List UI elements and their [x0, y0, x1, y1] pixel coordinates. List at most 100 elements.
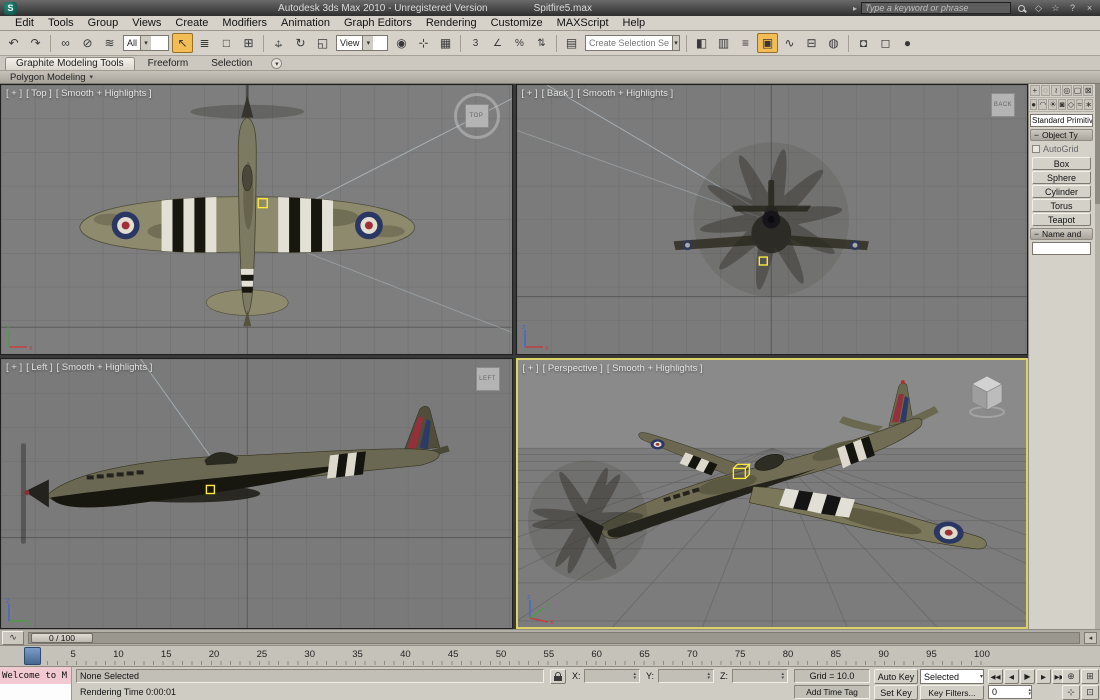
- auto-key-button[interactable]: Auto Key: [874, 669, 918, 684]
- maximize-viewport-toggle-icon[interactable]: ⊡: [1081, 685, 1099, 700]
- viewcube[interactable]: LEFT: [476, 367, 500, 391]
- menu-animation[interactable]: Animation: [274, 16, 337, 30]
- display-tab-icon[interactable]: ▢: [1073, 85, 1083, 96]
- select-and-move-icon[interactable]: ↔↕: [268, 33, 289, 53]
- material-editor-icon[interactable]: ◍: [823, 33, 844, 53]
- hierarchy-tab-icon[interactable]: ≀: [1051, 85, 1061, 96]
- infocenter-caret-icon[interactable]: ▸: [853, 4, 857, 13]
- tab-graphite-modeling-tools[interactable]: Graphite Modeling Tools: [5, 57, 135, 70]
- ribbon-minimize-button[interactable]: ▾: [271, 58, 282, 69]
- close-icon[interactable]: ×: [1083, 2, 1096, 14]
- keyboard-shortcut-override-icon[interactable]: ▦: [435, 33, 456, 53]
- help-icon[interactable]: ?: [1066, 2, 1079, 14]
- angle-snap-toggle-icon[interactable]: ∠: [487, 33, 508, 53]
- open-mini-curve-editor-button[interactable]: ∿: [2, 631, 24, 645]
- menu-help[interactable]: Help: [616, 16, 653, 30]
- cameras-category-icon[interactable]: ◙: [1058, 99, 1065, 110]
- render-production-icon[interactable]: ●: [897, 33, 918, 53]
- key-filters-button[interactable]: Key Filters...: [920, 685, 984, 700]
- next-frame-button[interactable]: ▶: [1036, 669, 1051, 684]
- play-animation-button[interactable]: ▶: [1020, 669, 1035, 684]
- create-torus-button[interactable]: Torus: [1032, 199, 1091, 212]
- menu-views[interactable]: Views: [125, 16, 168, 30]
- create-box-button[interactable]: Box: [1032, 157, 1091, 170]
- communication-center-icon[interactable]: ◇: [1032, 2, 1045, 14]
- viewport-perspective[interactable]: [ + ] [ Perspective ] [ Smooth + Highlig…: [516, 358, 1029, 629]
- previous-frame-button[interactable]: ◀: [1004, 669, 1019, 684]
- object-name-field[interactable]: [1032, 242, 1091, 255]
- viewport-menu-button[interactable]: [ + ]: [522, 88, 538, 99]
- reference-coordinate-system-dropdown[interactable]: View▾: [336, 35, 388, 51]
- go-to-start-button[interactable]: ◀◀: [988, 669, 1003, 684]
- viewport-canvas-top[interactable]: [1, 85, 512, 354]
- motion-tab-icon[interactable]: ◎: [1062, 85, 1072, 96]
- viewport-menu-button[interactable]: [ + ]: [6, 88, 22, 99]
- create-tab-icon[interactable]: +: [1030, 85, 1040, 96]
- select-and-link-icon[interactable]: ∞: [55, 33, 76, 53]
- viewport-shading-label[interactable]: [ Smooth + Highlights ]: [607, 363, 703, 374]
- viewcube[interactable]: [960, 368, 1014, 422]
- select-object-icon[interactable]: ↖: [172, 33, 193, 53]
- layer-manager-icon[interactable]: ≡: [735, 33, 756, 53]
- viewport-menu-button[interactable]: [ + ]: [523, 363, 539, 374]
- infocenter-search-input[interactable]: [861, 2, 1011, 14]
- viewport-pov-label[interactable]: [ Back ]: [542, 88, 574, 99]
- undo-icon[interactable]: ↶: [3, 33, 24, 53]
- menu-customize[interactable]: Customize: [484, 16, 550, 30]
- menu-modifiers[interactable]: Modifiers: [215, 16, 274, 30]
- select-and-rotate-icon[interactable]: ↻: [290, 33, 311, 53]
- primitive-category-dropdown[interactable]: Standard Primitives▾: [1030, 114, 1093, 127]
- viewport-menu-button[interactable]: [ + ]: [6, 362, 22, 373]
- viewport-canvas-perspective[interactable]: [518, 360, 1027, 627]
- panel-expand-icon[interactable]: ▾: [90, 73, 94, 81]
- pan-view-icon[interactable]: ⊹: [1062, 685, 1080, 700]
- add-time-tag[interactable]: Add Time Tag: [794, 685, 870, 699]
- name-color-rollout-header[interactable]: − Name and: [1030, 228, 1093, 240]
- autogrid-checkbox[interactable]: AutoGrid: [1029, 142, 1094, 156]
- percent-snap-toggle-icon[interactable]: %: [509, 33, 530, 53]
- unlink-selection-icon[interactable]: ⊘: [77, 33, 98, 53]
- lights-category-icon[interactable]: ☀: [1048, 99, 1057, 110]
- bind-to-space-warp-icon[interactable]: ≋: [99, 33, 120, 53]
- viewport-pov-label[interactable]: [ Perspective ]: [543, 363, 603, 374]
- rectangular-selection-region-icon[interactable]: □: [216, 33, 237, 53]
- curve-editor-icon[interactable]: ∿: [779, 33, 800, 53]
- schematic-view-icon[interactable]: ⊟: [801, 33, 822, 53]
- menu-create[interactable]: Create: [168, 16, 215, 30]
- maxscript-mini-listener-white[interactable]: [0, 684, 72, 700]
- create-teapot-button[interactable]: Teapot: [1032, 213, 1091, 226]
- viewport-pov-label[interactable]: [ Left ]: [26, 362, 52, 373]
- utilities-tab-icon[interactable]: ⊠: [1083, 85, 1093, 96]
- y-coordinate-field[interactable]: ▴▾: [658, 669, 714, 683]
- viewport-shading-label[interactable]: [ Smooth + Highlights ]: [56, 88, 152, 99]
- named-selection-sets-dropdown[interactable]: Create Selection Se▾: [585, 35, 680, 51]
- track-bar[interactable]: 05 1015 2025 3035 4045 5055 6065 7075 80…: [0, 645, 1100, 666]
- menu-rendering[interactable]: Rendering: [419, 16, 484, 30]
- select-and-scale-icon[interactable]: ◱: [312, 33, 333, 53]
- spacewarps-category-icon[interactable]: ≈: [1076, 99, 1083, 110]
- zoom-extents-icon[interactable]: ⊞: [1081, 669, 1099, 684]
- selection-filter-dropdown[interactable]: All▾: [123, 35, 169, 51]
- modify-tab-icon[interactable]: ◌: [1041, 85, 1051, 96]
- application-menu-button[interactable]: S: [4, 2, 17, 15]
- previous-frame-nudge-button[interactable]: ◂: [1084, 632, 1097, 644]
- render-setup-icon[interactable]: ◘: [853, 33, 874, 53]
- current-frame-field[interactable]: 0 ▴▾: [988, 685, 1032, 699]
- tab-freeform[interactable]: Freeform: [138, 58, 199, 70]
- viewcube[interactable]: TOP: [454, 93, 500, 139]
- menu-graph-editors[interactable]: Graph Editors: [337, 16, 419, 30]
- create-cylinder-button[interactable]: Cylinder: [1032, 185, 1091, 198]
- viewport-pov-label[interactable]: [ Top ]: [26, 88, 52, 99]
- menu-maxscript[interactable]: MAXScript: [550, 16, 616, 30]
- use-pivot-point-center-icon[interactable]: ◉: [391, 33, 412, 53]
- mirror-icon[interactable]: ◧: [691, 33, 712, 53]
- menu-group[interactable]: Group: [81, 16, 126, 30]
- viewport-left[interactable]: [ + ] [ Left ] [ Smooth + Highlights ] L…: [0, 358, 513, 629]
- menu-edit[interactable]: Edit: [8, 16, 41, 30]
- create-sphere-button[interactable]: Sphere: [1032, 171, 1091, 184]
- edit-named-selection-sets-icon[interactable]: ▤: [561, 33, 582, 53]
- viewport-top[interactable]: [ + ] [ Top ] [ Smooth + Highlights ] TO…: [0, 84, 513, 355]
- favorites-star-icon[interactable]: ☆: [1049, 2, 1062, 14]
- window-crossing-toggle-icon[interactable]: ⊞: [238, 33, 259, 53]
- viewport-canvas-back[interactable]: [517, 85, 1028, 354]
